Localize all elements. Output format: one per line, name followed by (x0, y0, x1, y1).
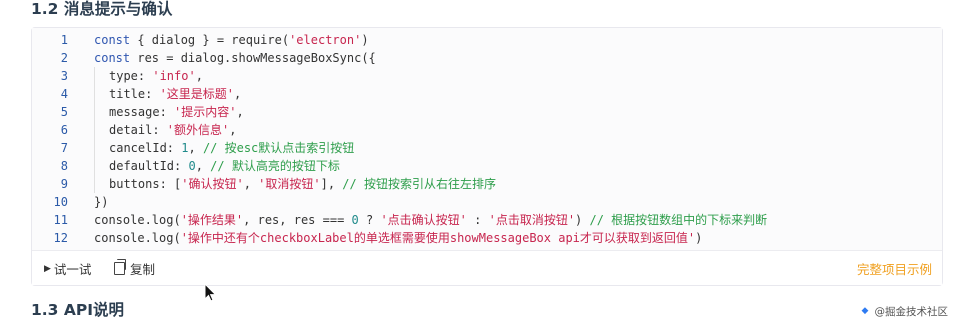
code-token: buttons: [ (109, 177, 182, 191)
code-line: }) (94, 193, 932, 211)
code-token: , res, res === (243, 213, 352, 227)
full-example-link[interactable]: 完整项目示例 (857, 259, 932, 278)
code-token: // 根据按钮数组中的下标来判断 (589, 213, 768, 227)
code-token: // 默认高亮的按钮下标 (210, 159, 340, 173)
line-number: 2 (60, 51, 68, 65)
line-number: 3 (60, 69, 68, 83)
code-line: cancelId: 1, // 按esc默认点击索引按钮 (94, 139, 932, 157)
code-token: type: (109, 69, 153, 83)
code-line: detail: '额外信息', (94, 121, 932, 139)
code-line: console.log('操作结果', res, res === 0 ? '点击… (94, 211, 932, 229)
code-line: title: '这里是标题', (94, 85, 932, 103)
code-token: defaultId: (109, 159, 189, 173)
code-token: // 按esc默认点击索引按钮 (202, 141, 355, 155)
line-number-gutter: 1 2 3 4 5 6 7 8 9 10 11 12 (32, 31, 68, 247)
try-label: 试一试 (53, 262, 92, 277)
code-token: title: (109, 87, 160, 101)
code-token: : (466, 213, 489, 227)
code-token: ) (361, 33, 369, 47)
copy-label: 复制 (130, 262, 156, 277)
line-number: 4 (60, 87, 68, 101)
play-triangle-icon: ▶ (44, 263, 51, 274)
code-token: , (236, 105, 244, 119)
code-token: '取消按钮' (258, 177, 321, 191)
code-token: const (94, 33, 131, 47)
code-line: console.log('操作中还有个checkboxLabel的单选框需要使用… (94, 229, 932, 247)
code-token: '额外信息' (166, 123, 230, 137)
mouse-cursor-icon (204, 283, 217, 302)
code-token: , (229, 123, 237, 137)
line-number: 9 (60, 177, 68, 191)
code-token: console.log( (94, 231, 181, 245)
line-number: 10 (53, 195, 68, 209)
code-token: , (234, 87, 242, 101)
code-token: ) (575, 213, 590, 227)
code-token: 0 (351, 213, 359, 227)
code-token: detail: (109, 123, 167, 137)
line-number: 6 (60, 123, 68, 137)
code-token: ? (358, 213, 381, 227)
code-token: // 按钮按索引从右往左排序 (342, 177, 496, 191)
copy-button[interactable]: 复制 (114, 259, 155, 278)
code-token: message: (109, 105, 175, 119)
code-footer: ▶ 试一试 复制 完整项目示例 (32, 250, 942, 285)
code-line: const res = dialog.showMessageBoxSync({ (94, 49, 932, 67)
line-number: 5 (60, 105, 68, 119)
code-line: defaultId: 0, // 默认高亮的按钮下标 (94, 157, 932, 175)
code-token: ], (320, 177, 343, 191)
code-block: 1 2 3 4 5 6 7 8 9 10 11 12 const { dialog } = requi… (31, 27, 943, 286)
code-line: buttons: ['确认按钮', '取消按钮'], // 按钮按索引从右往左排… (94, 175, 932, 193)
line-number: 11 (53, 213, 68, 227)
code-token: , (243, 177, 259, 191)
code-token: 'info' (152, 69, 196, 83)
section-title: 1.2 消息提示与确认 (31, 0, 173, 18)
code-token: 'electron' (289, 33, 362, 47)
line-number: 7 (60, 141, 68, 155)
watermark: ◆ @掘金技术社区 (862, 304, 949, 319)
juejin-logo-icon: ◆ (861, 306, 869, 316)
code-token: '点击确认按钮' (380, 213, 467, 227)
code-token: 0 (188, 159, 196, 173)
code-token: '提示内容' (174, 105, 237, 119)
code-token: '点击取消按钮' (488, 213, 576, 227)
code-token: const (94, 51, 131, 65)
code-token: ) (695, 231, 703, 245)
watermark-text: @掘金技术社区 (874, 306, 949, 318)
code-lines: const { dialog } = require('electron') co… (94, 31, 932, 247)
code-token: , (188, 141, 203, 155)
code-token: console.log( (94, 213, 181, 227)
line-number: 12 (53, 231, 68, 245)
code-token: res = dialog.showMessageBoxSync({ (130, 51, 376, 65)
code-token: '这里是标题' (159, 87, 235, 101)
code-token: , (195, 69, 203, 83)
code-area: 1 2 3 4 5 6 7 8 9 10 11 12 const { dialog } = requi… (32, 28, 942, 253)
copy-icon (114, 259, 126, 275)
code-token: { dialog } = require( (130, 33, 290, 47)
try-button[interactable]: ▶ 试一试 (44, 259, 91, 278)
line-number: 8 (60, 159, 68, 173)
code-token: cancelId: (109, 141, 182, 155)
code-token: '确认按钮' (181, 177, 244, 191)
code-token: , (195, 159, 211, 173)
line-number: 1 (60, 33, 68, 47)
next-section-title: 1.3 API说明 (31, 301, 124, 319)
code-line: type: 'info', (94, 67, 932, 85)
code-token: '操作中还有个checkboxLabel的单选框需要使用showMessageB… (180, 231, 696, 245)
code-line: message: '提示内容', (94, 103, 932, 121)
code-token: '操作结果' (180, 213, 244, 227)
code-line: const { dialog } = require('electron') (94, 31, 932, 49)
code-token: }) (94, 195, 109, 209)
